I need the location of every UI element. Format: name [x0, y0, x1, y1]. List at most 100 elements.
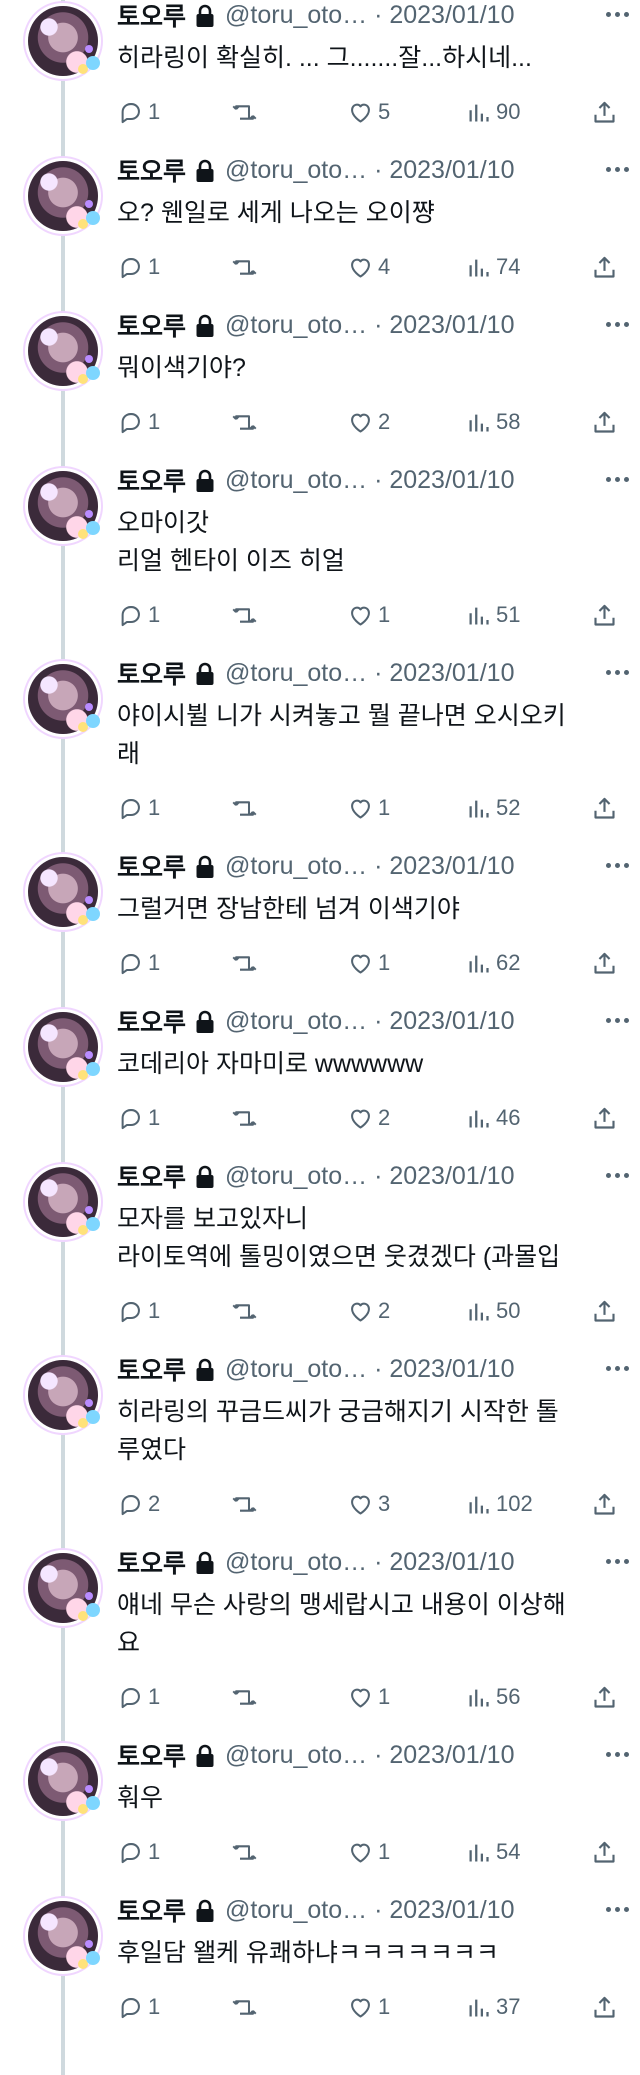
views-button[interactable]: 50	[465, 1296, 520, 1326]
tweet-12[interactable]: 토오루 @toru_oto… · 2023/01/10 후일담 왤케 유쾌하냐ㅋ…	[0, 1895, 640, 2050]
display-name[interactable]: 토오루	[117, 1737, 186, 1773]
handle-and-date[interactable]: @toru_oto… · 2023/01/10	[225, 1007, 514, 1036]
like-button[interactable]: 2	[347, 407, 390, 437]
retweet-button[interactable]	[231, 948, 258, 978]
display-name[interactable]: 토오루	[117, 0, 186, 33]
retweet-button[interactable]	[231, 1992, 258, 2022]
views-button[interactable]: 56	[465, 1682, 520, 1712]
tweet-3[interactable]: 토오루 @toru_oto… · 2023/01/10 뭐이색기야? 1 2 5…	[0, 310, 640, 465]
retweet-button[interactable]	[231, 1489, 258, 1519]
views-button[interactable]: 58	[465, 407, 520, 437]
share-button[interactable]	[591, 793, 618, 823]
reply-button[interactable]: 1	[117, 1992, 160, 2022]
display-name[interactable]: 토오루	[117, 1158, 186, 1194]
display-name[interactable]: 토오루	[117, 1892, 186, 1928]
views-button[interactable]: 62	[465, 948, 520, 978]
avatar[interactable]	[28, 857, 100, 927]
more-icon[interactable]	[600, 658, 634, 686]
avatar[interactable]	[28, 1167, 100, 1237]
display-name[interactable]: 토오루	[117, 307, 186, 343]
views-button[interactable]: 37	[465, 1992, 520, 2022]
reply-button[interactable]: 1	[117, 1103, 160, 1133]
tweet-6[interactable]: 토오루 @toru_oto… · 2023/01/10 그럴거면 장남한테 넘겨…	[0, 851, 640, 1006]
tweet-5[interactable]: 토오루 @toru_oto… · 2023/01/10 야이시뷜 니가 시켜놓고…	[0, 658, 640, 851]
views-button[interactable]: 102	[465, 1489, 533, 1519]
retweet-button[interactable]	[231, 600, 258, 630]
retweet-button[interactable]	[231, 1682, 258, 1712]
retweet-button[interactable]	[231, 1296, 258, 1326]
handle-and-date[interactable]: @toru_oto… · 2023/01/10	[225, 1548, 514, 1577]
tweet-11[interactable]: 토오루 @toru_oto… · 2023/01/10 훠우 1 1 54	[0, 1740, 640, 1895]
more-icon[interactable]	[600, 1740, 634, 1768]
avatar[interactable]	[28, 1901, 100, 1971]
handle-and-date[interactable]: @toru_oto… · 2023/01/10	[225, 311, 514, 340]
tweet-7[interactable]: 토오루 @toru_oto… · 2023/01/10 코데리아 자마미로 ww…	[0, 1006, 640, 1161]
avatar[interactable]	[28, 6, 100, 76]
reply-button[interactable]: 1	[117, 1682, 160, 1712]
handle-and-date[interactable]: @toru_oto… · 2023/01/10	[225, 852, 514, 881]
share-button[interactable]	[591, 252, 618, 282]
retweet-button[interactable]	[231, 97, 258, 127]
tweet-8[interactable]: 토오루 @toru_oto… · 2023/01/10 모자를 보고있자니 라이토…	[0, 1161, 640, 1354]
share-button[interactable]	[591, 1296, 618, 1326]
more-icon[interactable]	[600, 465, 634, 493]
share-button[interactable]	[591, 1682, 618, 1712]
reply-button[interactable]: 1	[117, 407, 160, 437]
views-button[interactable]: 54	[465, 1837, 520, 1867]
reply-button[interactable]: 1	[117, 793, 160, 823]
avatar[interactable]	[28, 161, 100, 231]
like-button[interactable]: 1	[347, 1837, 390, 1867]
views-button[interactable]: 51	[465, 600, 520, 630]
like-button[interactable]: 2	[347, 1103, 390, 1133]
like-button[interactable]: 1	[347, 600, 390, 630]
retweet-button[interactable]	[231, 793, 258, 823]
tweet-4[interactable]: 토오루 @toru_oto… · 2023/01/10 오마이갓 리얼 헨타이 이…	[0, 465, 640, 658]
avatar[interactable]	[28, 471, 100, 541]
more-icon[interactable]	[600, 1161, 634, 1189]
tweet-1[interactable]: 토오루 @toru_oto… · 2023/01/10 히라링이 확실히. ..…	[0, 0, 640, 155]
more-icon[interactable]	[600, 1895, 634, 1923]
avatar[interactable]	[28, 316, 100, 386]
more-icon[interactable]	[600, 1006, 634, 1034]
share-button[interactable]	[591, 1837, 618, 1867]
retweet-button[interactable]	[231, 1837, 258, 1867]
display-name[interactable]: 토오루	[117, 152, 186, 188]
more-icon[interactable]	[600, 0, 634, 28]
display-name[interactable]: 토오루	[117, 1003, 186, 1039]
avatar[interactable]	[28, 1746, 100, 1816]
like-button[interactable]: 1	[347, 948, 390, 978]
display-name[interactable]: 토오루	[117, 1544, 186, 1580]
like-button[interactable]: 4	[347, 252, 390, 282]
handle-and-date[interactable]: @toru_oto… · 2023/01/10	[225, 659, 514, 688]
views-button[interactable]: 74	[465, 252, 520, 282]
share-button[interactable]	[591, 1489, 618, 1519]
handle-and-date[interactable]: @toru_oto… · 2023/01/10	[225, 1355, 514, 1384]
reply-button[interactable]: 1	[117, 252, 160, 282]
handle-and-date[interactable]: @toru_oto… · 2023/01/10	[225, 1896, 514, 1925]
handle-and-date[interactable]: @toru_oto… · 2023/01/10	[225, 1, 514, 30]
handle-and-date[interactable]: @toru_oto… · 2023/01/10	[225, 1162, 514, 1191]
share-button[interactable]	[591, 1103, 618, 1133]
like-button[interactable]: 1	[347, 1992, 390, 2022]
tweet-9[interactable]: 토오루 @toru_oto… · 2023/01/10 히라링의 꾸금드씨가 궁…	[0, 1354, 640, 1547]
handle-and-date[interactable]: @toru_oto… · 2023/01/10	[225, 1741, 514, 1770]
avatar[interactable]	[28, 1012, 100, 1082]
like-button[interactable]: 3	[347, 1489, 390, 1519]
tweet-10[interactable]: 토오루 @toru_oto… · 2023/01/10 얘네 무슨 사랑의 맹세…	[0, 1547, 640, 1740]
retweet-button[interactable]	[231, 1103, 258, 1133]
reply-button[interactable]: 1	[117, 1837, 160, 1867]
tweet-2[interactable]: 토오루 @toru_oto… · 2023/01/10 오? 웬일로 세게 나오…	[0, 155, 640, 310]
reply-button[interactable]: 1	[117, 948, 160, 978]
handle-and-date[interactable]: @toru_oto… · 2023/01/10	[225, 466, 514, 495]
display-name[interactable]: 토오루	[117, 462, 186, 498]
avatar[interactable]	[28, 1553, 100, 1623]
avatar[interactable]	[28, 1360, 100, 1430]
share-button[interactable]	[591, 407, 618, 437]
avatar[interactable]	[28, 664, 100, 734]
reply-button[interactable]: 1	[117, 600, 160, 630]
more-icon[interactable]	[600, 1547, 634, 1575]
views-button[interactable]: 52	[465, 793, 520, 823]
like-button[interactable]: 5	[347, 97, 390, 127]
views-button[interactable]: 90	[465, 97, 520, 127]
reply-button[interactable]: 1	[117, 97, 160, 127]
